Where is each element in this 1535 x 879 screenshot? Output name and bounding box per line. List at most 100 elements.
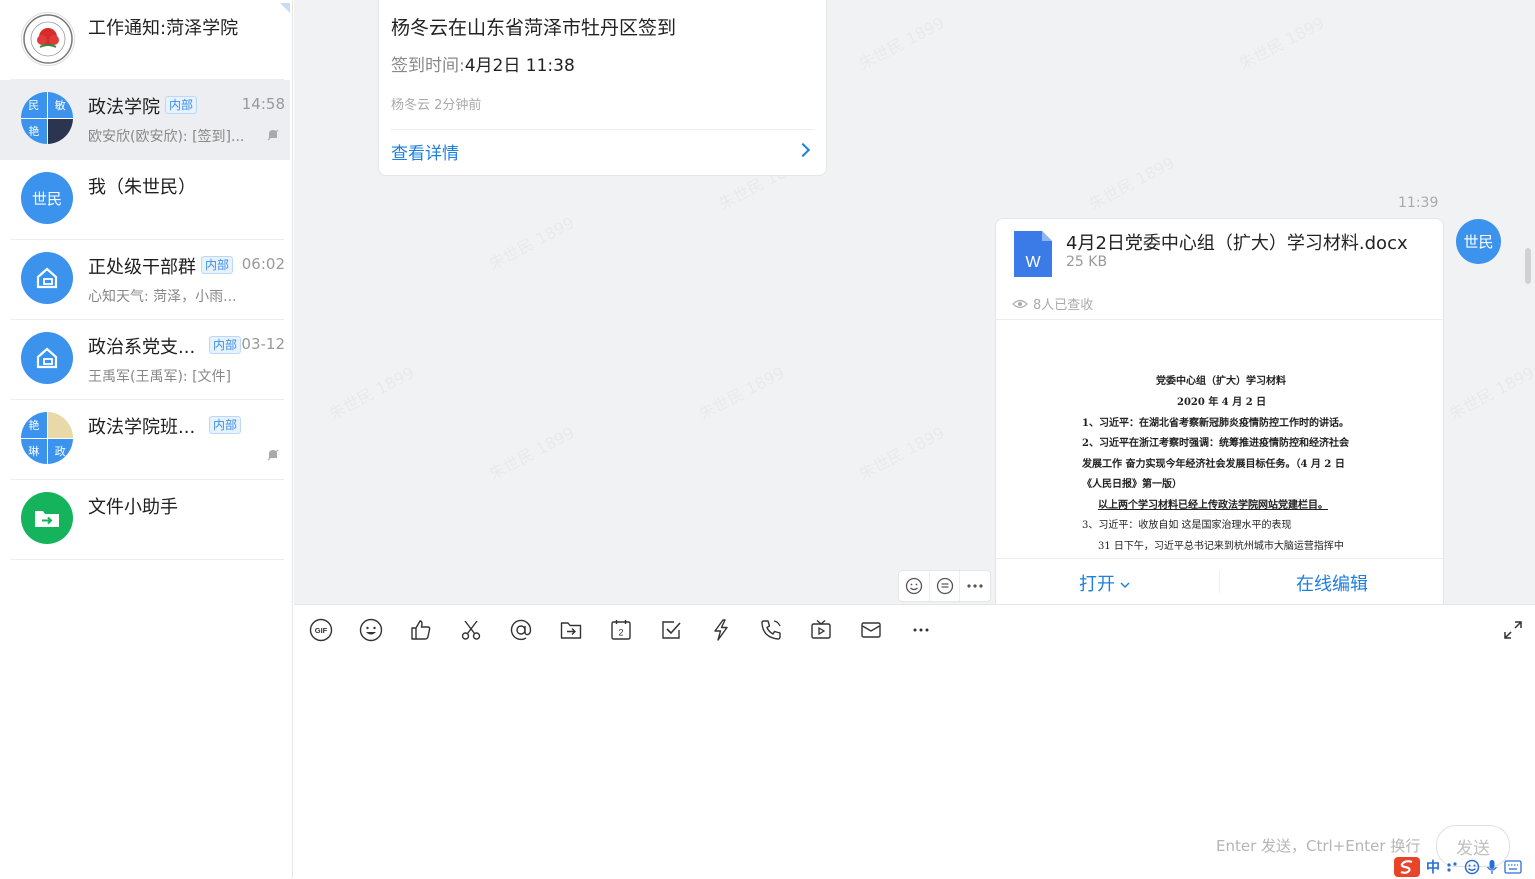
internal-tag: 内部 — [165, 96, 198, 114]
emoji-icon — [359, 618, 383, 642]
conversation-item-file-helper[interactable]: 文件小助手 — [0, 480, 290, 560]
read-count: 8人已查收 — [1033, 298, 1094, 313]
message-area[interactable]: 朱世民 1899 朱世民 1899 朱世民 1899 朱世民 1899 朱世民 … — [294, 0, 1535, 604]
conversation-item-zhengfa-class[interactable]: 艳 琳 政 政法学院班... 内部 — [0, 400, 290, 480]
ding-button[interactable] — [708, 617, 734, 643]
ime-mode[interactable]: 中 — [1426, 857, 1440, 877]
file-name[interactable]: 4月2日党委中心组（扩大）学习材料.docx — [1066, 229, 1408, 255]
live-button[interactable] — [808, 617, 834, 643]
mail-icon — [861, 622, 881, 638]
ime-status-bar[interactable]: 中 — [1394, 856, 1535, 878]
internal-tag: 内部 — [201, 256, 234, 274]
open-label: 打开 — [1079, 574, 1115, 595]
emoji-reaction-button[interactable] — [899, 571, 930, 601]
chevron-right-icon[interactable] — [795, 142, 811, 158]
mute-bell-icon — [267, 449, 279, 461]
message-timestamp: 11:39 — [1398, 195, 1439, 211]
scrollbar-thumb[interactable] — [1525, 248, 1531, 284]
watermark: 朱世民 1899 — [324, 359, 418, 424]
keyboard-icon[interactable] — [1504, 860, 1522, 874]
emoji-icon[interactable] — [1464, 859, 1480, 875]
view-details-link[interactable]: 查看详情 — [391, 139, 459, 164]
phone-icon — [761, 620, 781, 640]
doc-line: 党委中心组（扩大）学习材料 — [1156, 376, 1286, 387]
conversation-item-me[interactable]: 世民 我（朱世民） — [0, 160, 290, 240]
conversation-item-zhengchu[interactable]: 正处级干部群 内部 06:02 心知天气: 菏泽，小雨... — [0, 240, 290, 320]
conversation-name: 正处级干部群 — [88, 257, 196, 278]
mail-button[interactable] — [858, 617, 884, 643]
doc-line: 1、习近平：在湖北省考察新冠肺炎疫情防控工作时的讲话。 — [1082, 418, 1349, 429]
call-button[interactable] — [758, 617, 784, 643]
avatar-char: 艳 — [21, 118, 47, 144]
my-avatar[interactable]: 世民 — [1456, 219, 1501, 264]
group-avatar: 艳 琳 政 — [21, 412, 73, 464]
watermark: 朱世民 1899 — [694, 359, 788, 424]
conversation-preview: 欧安欣(欧安欣): [签到]... — [88, 129, 245, 145]
avatar-char: 民 — [21, 92, 47, 118]
task-button[interactable] — [658, 617, 684, 643]
punctuation-icon[interactable] — [1446, 860, 1458, 874]
emoji-button[interactable] — [358, 617, 384, 643]
divider — [996, 558, 1443, 559]
group-avatar — [21, 332, 73, 384]
avatar-photo — [47, 412, 73, 438]
conversation-item-zhengzhi[interactable]: 政治系党支... 内部 03-12 王禹军(王禹军): [文件] — [0, 320, 290, 400]
gif-label: GIF — [315, 626, 328, 635]
screenshot-button[interactable] — [458, 617, 484, 643]
online-edit-button[interactable]: 在线编辑 — [1296, 570, 1368, 596]
document-preview[interactable]: 党委中心组（扩大）学习材料 2020 年 4 月 2 日 1、习近平：在湖北省考… — [996, 320, 1443, 558]
eye-icon — [1012, 299, 1028, 308]
group-avatar — [21, 252, 73, 304]
conversation-name: 我（朱世民） — [88, 177, 196, 198]
read-receipt[interactable]: 8人已查收 — [1012, 294, 1093, 313]
internal-tag: 内部 — [209, 336, 242, 354]
send-hint: Enter 发送，Ctrl+Enter 换行 — [1216, 837, 1421, 855]
calendar-button[interactable]: 2 — [608, 617, 634, 643]
expand-input-button[interactable] — [1500, 617, 1526, 643]
conversation-time: 03-12 — [241, 335, 285, 353]
conversation-time: 06:02 — [241, 255, 285, 273]
mention-button[interactable] — [508, 617, 534, 643]
message-input-area[interactable]: GIF 2 Enter 发送，Ctrl+Enter 换行 发送 — [294, 604, 1535, 879]
avatar-photo — [47, 118, 73, 144]
conversation-item-work-notice[interactable]: 工作通知:菏泽学院 — [0, 0, 290, 80]
conversation-list: 工作通知:菏泽学院 民 敏 艳 政法学院 内部 14:58 欧安欣(欧安欣): … — [0, 0, 293, 878]
gif-button[interactable]: GIF — [308, 617, 334, 643]
more-tools-button[interactable] — [908, 617, 934, 643]
conversation-name: 政法学院 — [88, 97, 160, 118]
school-seal-icon — [23, 14, 73, 64]
open-file-button[interactable]: 打开 — [1079, 570, 1131, 596]
reply-button[interactable] — [930, 571, 961, 601]
scissors-icon — [461, 620, 481, 640]
sogou-logo-icon — [1394, 857, 1420, 877]
conversation-name: 政治系党支... — [88, 337, 196, 358]
checkin-time-line: 签到时间:4月2日 11:38 — [391, 51, 575, 76]
conversation-item-zhengfa[interactable]: 民 敏 艳 政法学院 内部 14:58 欧安欣(欧安欣): [签到]... — [0, 80, 290, 160]
divider — [391, 129, 814, 130]
more-icon — [913, 628, 929, 632]
internal-tag: 内部 — [209, 416, 242, 434]
checkin-time-label: 签到时间: — [391, 56, 465, 76]
folder-icon — [560, 622, 582, 639]
avatar-char: 敏 — [47, 92, 73, 118]
microphone-icon[interactable] — [1486, 859, 1498, 875]
more-actions-button[interactable] — [960, 571, 990, 601]
checkin-meta: 杨冬云 2分钟前 — [391, 98, 482, 113]
comment-icon — [936, 577, 953, 595]
watermark: 朱世民 1899 — [1234, 9, 1328, 74]
avatar-char: 艳 — [21, 412, 47, 438]
checkin-card[interactable]: 杨冬云在山东省菏泽市牡丹区签到 签到时间:4月2日 11:38 杨冬云 2分钟前… — [378, 0, 827, 176]
like-button[interactable] — [408, 617, 434, 643]
doc-line: 3、习近平：收放自如 这是国家治理水平的表现 — [1082, 520, 1292, 531]
file-message-card[interactable]: W 4月2日党委中心组（扩大）学习材料.docx 25 KB 8人已查收 党委中… — [995, 218, 1444, 604]
corner-fold-icon — [280, 3, 290, 13]
conversation-name: 文件小助手 — [88, 497, 178, 518]
group-avatar: 民 敏 艳 — [21, 92, 73, 144]
word-file-icon: W — [1014, 231, 1052, 277]
user-avatar: 世民 — [21, 172, 73, 224]
send-file-button[interactable] — [558, 617, 584, 643]
doc-line: 2020 年 4 月 2 日 — [1177, 397, 1267, 408]
emoji-icon — [905, 577, 922, 595]
watermark: 朱世民 1899 — [854, 419, 948, 484]
watermark: 朱世民 1899 — [484, 419, 578, 484]
